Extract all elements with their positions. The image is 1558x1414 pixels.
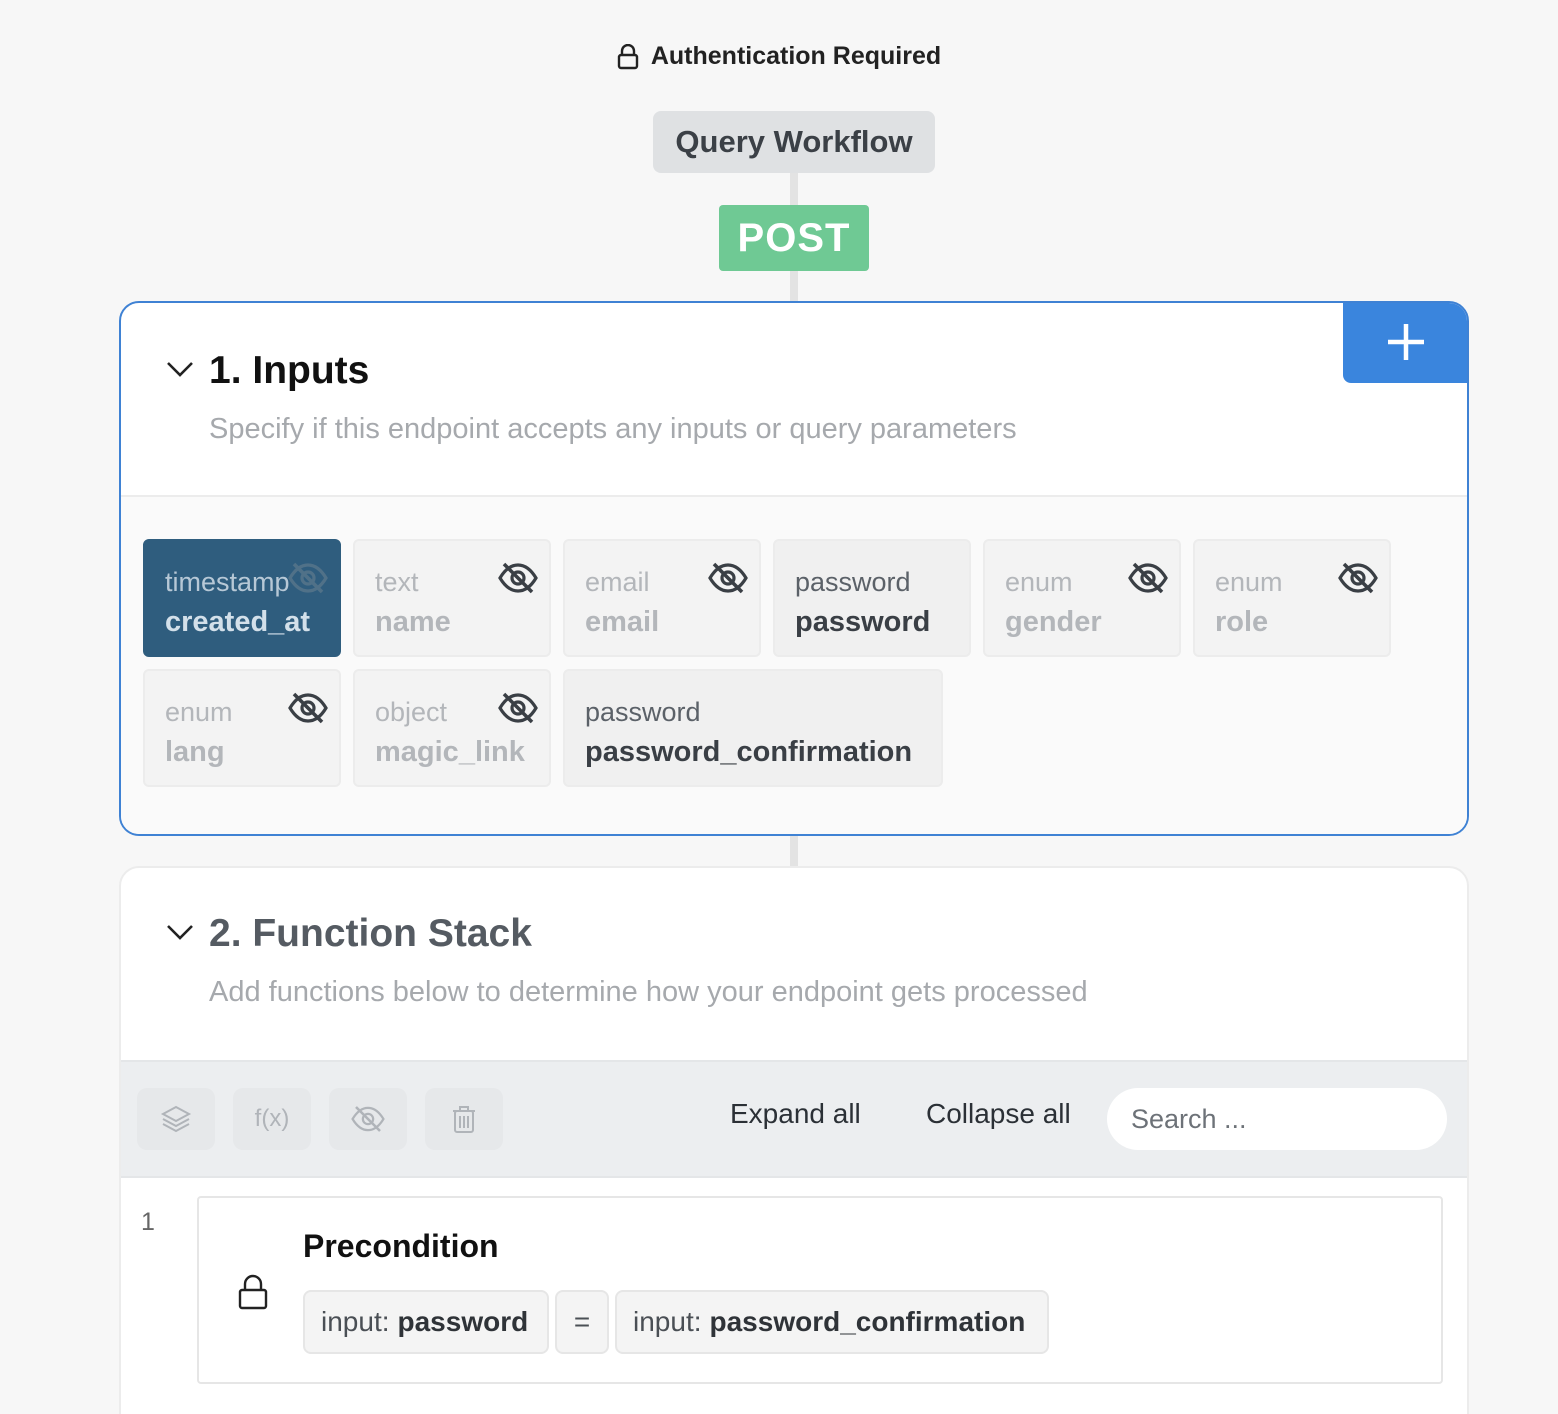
- eye-off-icon[interactable]: [497, 561, 539, 595]
- input-name: name: [375, 606, 451, 638]
- input-name: role: [1215, 606, 1269, 638]
- operator[interactable]: =: [555, 1290, 609, 1354]
- auth-label: Authentication Required: [650, 42, 942, 70]
- input-name: password_confirmation: [585, 736, 913, 768]
- input-chip-name[interactable]: text name: [353, 539, 551, 657]
- layers-button[interactable]: [137, 1088, 215, 1150]
- input-chip-password[interactable]: password password: [773, 539, 971, 657]
- function-stack-toolbar: f(x) Expand all Collapse all: [121, 1060, 1467, 1178]
- method-badge[interactable]: POST: [719, 205, 869, 271]
- eye-off-icon: [351, 1106, 385, 1132]
- layers-icon: [160, 1105, 192, 1133]
- inputs-list: timestamp created_at text name email ema…: [121, 495, 1467, 834]
- operand-value: password_confirmation: [709, 1306, 1026, 1337]
- workflow-badge[interactable]: Query Workflow: [653, 111, 935, 173]
- operand-prefix: input:: [321, 1306, 390, 1337]
- function-stack-subtitle: Add functions below to determine how you…: [209, 976, 1088, 1008]
- input-type: password: [795, 567, 911, 597]
- collapse-all-button[interactable]: Collapse all: [926, 1098, 1071, 1130]
- eye-off-icon[interactable]: [497, 691, 539, 725]
- input-chip-password-confirmation[interactable]: password password_confirmation: [563, 669, 943, 787]
- auth-indicator[interactable]: Authentication Required: [0, 42, 1558, 71]
- operand-value: password: [397, 1306, 529, 1337]
- endpoint-editor: Authentication Required Query Workflow P…: [0, 0, 1558, 1414]
- input-chip-created-at[interactable]: timestamp created_at: [143, 539, 341, 657]
- inputs-section: 1. Inputs Specify if this endpoint accep…: [119, 301, 1469, 836]
- inputs-title: 1. Inputs: [209, 349, 370, 392]
- input-chip-gender[interactable]: enum gender: [983, 539, 1181, 657]
- input-chip-lang[interactable]: enum lang: [143, 669, 341, 787]
- precondition-step[interactable]: Precondition input: password = input: pa…: [197, 1196, 1443, 1384]
- input-chip-magic-link[interactable]: object magic_link: [353, 669, 551, 787]
- left-operand[interactable]: input: password: [303, 1290, 549, 1354]
- eye-off-icon[interactable]: [1127, 561, 1169, 595]
- inputs-header[interactable]: 1. Inputs Specify if this endpoint accep…: [121, 303, 1467, 495]
- inputs-subtitle: Specify if this endpoint accepts any inp…: [209, 413, 1017, 445]
- function-stack-header[interactable]: 2. Function Stack Add functions below to…: [121, 868, 1467, 1060]
- input-chip-email[interactable]: email email: [563, 539, 761, 657]
- operand-prefix: input:: [633, 1306, 702, 1337]
- function-button[interactable]: f(x): [233, 1088, 311, 1150]
- lock-icon: [617, 43, 639, 69]
- function-search-input[interactable]: [1107, 1088, 1447, 1150]
- eye-off-icon[interactable]: [287, 561, 329, 595]
- flow-connector: [790, 834, 798, 868]
- hide-function-button[interactable]: [329, 1088, 407, 1150]
- input-name: magic_link: [375, 736, 525, 768]
- eye-off-icon[interactable]: [707, 561, 749, 595]
- function-stack-section: 2. Function Stack Add functions below to…: [119, 866, 1469, 1414]
- chevron-down-icon[interactable]: [165, 922, 195, 942]
- input-name: password: [795, 606, 931, 638]
- input-chip-role[interactable]: enum role: [1193, 539, 1391, 657]
- step-number: 1: [141, 1208, 155, 1236]
- add-input-button[interactable]: [1343, 303, 1467, 383]
- delete-function-button[interactable]: [425, 1088, 503, 1150]
- chevron-down-icon[interactable]: [165, 359, 195, 379]
- eye-off-icon[interactable]: [287, 691, 329, 725]
- input-name: lang: [165, 736, 225, 768]
- trash-icon: [453, 1106, 475, 1133]
- input-name: gender: [1005, 606, 1102, 638]
- input-name: created_at: [165, 606, 311, 638]
- step-title: Precondition: [303, 1228, 499, 1264]
- function-icon: f(x): [254, 1105, 290, 1132]
- plus-icon: [1388, 324, 1424, 360]
- right-operand[interactable]: input: password_confirmation: [615, 1290, 1049, 1354]
- lock-icon: [238, 1274, 268, 1310]
- expand-all-button[interactable]: Expand all: [730, 1098, 861, 1130]
- input-type: password: [585, 697, 701, 727]
- function-stack-title: 2. Function Stack: [209, 912, 532, 955]
- input-name: email: [585, 606, 660, 638]
- eye-off-icon[interactable]: [1337, 561, 1379, 595]
